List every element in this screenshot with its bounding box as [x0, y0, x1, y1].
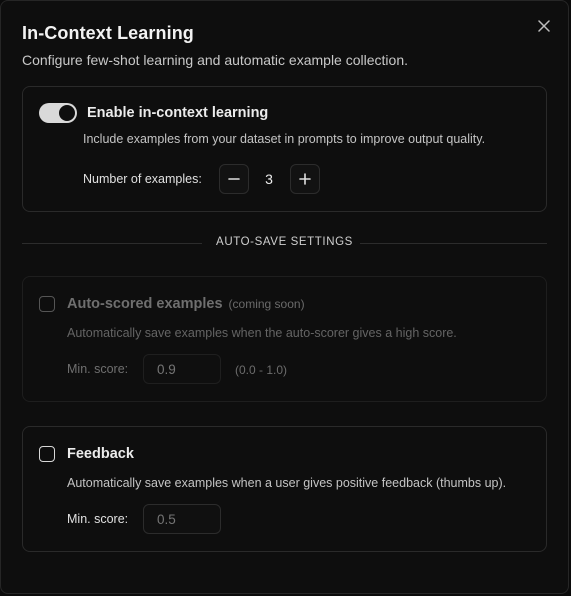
divider-line-right	[360, 243, 547, 244]
toggle-knob	[59, 105, 75, 121]
dialog-title: In-Context Learning	[22, 23, 194, 43]
auto-scored-min-score-input[interactable]	[143, 354, 221, 384]
close-button[interactable]	[534, 16, 554, 36]
dialog-subtitle: Configure few-shot learning and automati…	[22, 52, 408, 68]
feedback-min-score-label: Min. score:	[67, 512, 129, 526]
enable-icl-toggle[interactable]	[39, 103, 77, 123]
coming-soon-tag: (coming soon)	[228, 297, 305, 311]
close-icon	[538, 20, 550, 32]
auto-scored-label-text: Auto-scored examples	[67, 296, 223, 312]
feedback-description: Automatically save examples when a user …	[67, 476, 507, 490]
plus-icon	[299, 173, 311, 185]
increment-examples-button[interactable]	[290, 164, 320, 194]
auto-scored-checkbox[interactable]	[39, 296, 55, 312]
score-range-note: (0.0 - 1.0)	[235, 363, 288, 377]
feedback-min-score-input[interactable]	[143, 504, 221, 534]
auto-save-divider: AUTO-SAVE SETTINGS	[22, 236, 547, 248]
auto-save-heading: AUTO-SAVE SETTINGS	[216, 236, 353, 248]
enable-icl-description: Include examples from your dataset in pr…	[83, 132, 486, 146]
feedback-label: Feedback	[67, 446, 134, 462]
enable-icl-label: Enable in-context learning	[87, 105, 269, 121]
feedback-checkbox[interactable]	[39, 446, 55, 462]
auto-scored-min-score-label: Min. score:	[67, 362, 129, 376]
number-of-examples-value: 3	[265, 171, 273, 187]
auto-scored-description: Automatically save examples when the aut…	[67, 326, 457, 340]
in-context-learning-dialog: In-Context Learning Configure few-shot l…	[0, 0, 569, 594]
minus-icon	[228, 178, 240, 180]
feedback-card: Feedback Automatically save examples whe…	[22, 426, 547, 552]
auto-scored-label: Auto-scored examples (coming soon)	[67, 296, 305, 312]
auto-scored-card: Auto-scored examples (coming soon) Automa…	[22, 276, 547, 402]
icl-settings-card: Enable in-context learning Include examp…	[22, 86, 547, 212]
number-of-examples-label: Number of examples:	[83, 172, 202, 186]
decrement-examples-button[interactable]	[219, 164, 249, 194]
